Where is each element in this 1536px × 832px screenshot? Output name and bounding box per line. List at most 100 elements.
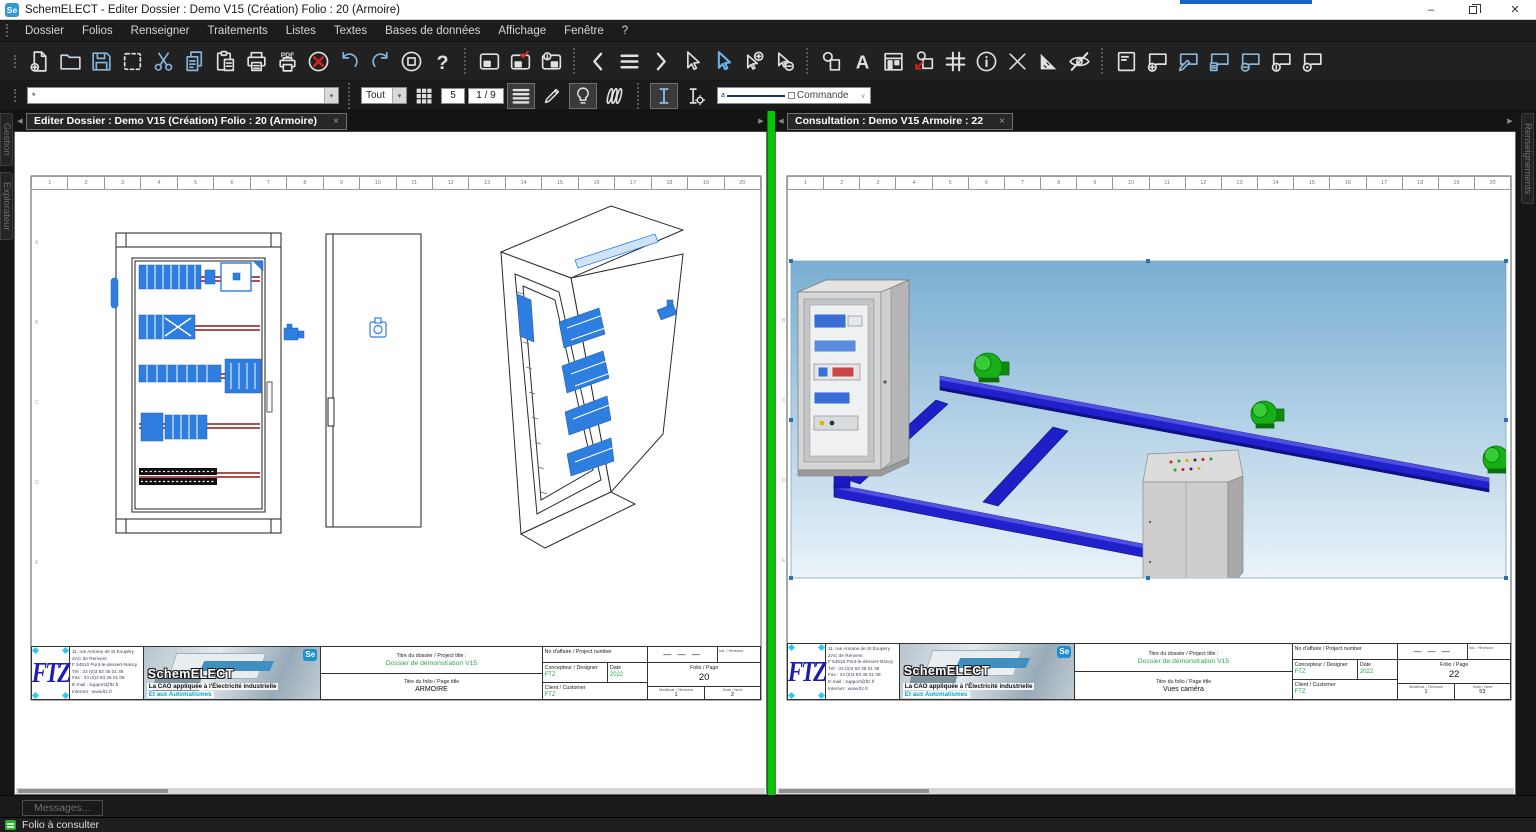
select-zone-icon[interactable] <box>117 46 148 77</box>
cut-icon[interactable] <box>148 46 179 77</box>
project-title-label: Titre du dossier / Project title : <box>1149 651 1219 657</box>
bubble-remove-icon[interactable] <box>1235 46 1266 77</box>
insert-text-icon[interactable]: A <box>847 46 878 77</box>
horizontal-scrollbar[interactable] <box>16 788 765 794</box>
select-pointer-active-icon[interactable] <box>707 46 738 77</box>
insert-note-icon[interactable] <box>1111 46 1142 77</box>
ruler-cell: 11 <box>397 176 433 190</box>
bubble-add-icon[interactable] <box>1142 46 1173 77</box>
ruler-cell: 10 <box>360 176 396 190</box>
insert-apparatus-icon[interactable] <box>878 46 909 77</box>
wire-type-combobox[interactable]: a Commande ∨ <box>717 87 871 104</box>
address-line: E-mail : support@ftz.fr <box>828 679 897 686</box>
tab-scroll-left-icon[interactable]: ◀ <box>14 117 26 125</box>
edit-toolbar: * ▾ Tout ▾ 5 1 / 9 a Commande ∨ <box>0 81 1536 111</box>
mod-value: 1 <box>1399 689 1452 695</box>
close-button[interactable]: ✕ <box>1494 0 1536 19</box>
window-validate-icon[interactable] <box>505 46 536 77</box>
bubble-locate-icon[interactable] <box>1297 46 1328 77</box>
next-folio-icon[interactable] <box>645 46 676 77</box>
copy-icon[interactable] <box>179 46 210 77</box>
help-icon[interactable]: ? <box>427 46 458 77</box>
consultation-tab[interactable]: Consultation : Demo V15 Armoire : 22 × <box>787 113 1013 130</box>
zoom-step-input[interactable]: 5 <box>441 88 465 104</box>
restore-button[interactable] <box>1452 0 1494 19</box>
filter-combobox[interactable]: * ▾ <box>27 87 339 104</box>
select-pointer-icon[interactable] <box>676 46 707 77</box>
record-stop-icon[interactable] <box>396 46 427 77</box>
menu-item[interactable]: Textes <box>325 20 376 42</box>
menu-item[interactable]: Folios <box>73 20 122 42</box>
draw-pencil-icon[interactable] <box>538 83 566 109</box>
consultation-panel: ◀ Consultation : Demo V15 Armoire : 22 ×… <box>775 111 1516 795</box>
highlight-lamp-icon[interactable] <box>569 83 597 109</box>
menu-item[interactable]: Traitements <box>199 20 277 42</box>
element-info-icon[interactable] <box>971 46 1002 77</box>
wire-vertical-icon[interactable] <box>650 83 678 109</box>
page-index-input[interactable]: 1 / 9 <box>468 88 504 104</box>
consultation-canvas[interactable]: BCDE <box>775 132 1516 795</box>
company-address: 11, rue Antoine de St ExupéryZAC de Renv… <box>70 647 144 699</box>
menu-item[interactable]: Fenêtre <box>555 20 613 42</box>
tab-scroll-right-icon[interactable]: ▶ <box>755 117 767 125</box>
grid-snap-icon[interactable] <box>940 46 971 77</box>
menu-item[interactable]: Bases de données <box>376 20 489 42</box>
redo-icon[interactable] <box>365 46 396 77</box>
paste-icon[interactable] <box>210 46 241 77</box>
sidebar-tab-explorateur[interactable]: Explorateur <box>0 172 13 241</box>
menu-items: DossierFoliosRenseignerTraitementsListes… <box>16 20 637 42</box>
grid-view-icon[interactable] <box>410 83 438 109</box>
insert-component-icon[interactable] <box>816 46 847 77</box>
line-style-icon[interactable] <box>507 83 535 109</box>
page-title-label: Titre du folio / Page title <box>1156 679 1211 685</box>
window-info-icon[interactable] <box>536 46 567 77</box>
hide-layer-icon[interactable] <box>1064 46 1095 77</box>
open-dossier-icon[interactable] <box>55 46 86 77</box>
replace-component-icon[interactable] <box>909 46 940 77</box>
menu-item[interactable]: Listes <box>277 20 325 42</box>
editor-canvas[interactable]: ABCDE <box>14 132 767 795</box>
bubble-info-icon[interactable] <box>1266 46 1297 77</box>
delete-element-icon[interactable] <box>1002 46 1033 77</box>
new-folio-icon[interactable] <box>24 46 55 77</box>
print-pdf-icon[interactable]: PDF <box>272 46 303 77</box>
undo-icon[interactable] <box>334 46 365 77</box>
menu-item[interactable]: ? <box>613 20 637 42</box>
scrollbar-thumb[interactable] <box>18 789 168 793</box>
panel-splitter[interactable] <box>767 111 775 795</box>
horizontal-scrollbar[interactable] <box>777 788 1514 794</box>
menu-item[interactable]: Affichage <box>489 20 555 42</box>
scrollbar-thumb[interactable] <box>779 789 929 793</box>
sidebar-tab-gestion[interactable]: Gestion <box>0 113 13 166</box>
sidebar-tab-renseignements[interactable]: Renseignements <box>1521 113 1534 204</box>
save-icon[interactable] <box>86 46 117 77</box>
editor-tab[interactable]: Editer Dossier : Demo V15 (Création) Fol… <box>26 113 347 130</box>
tab-scroll-right-icon[interactable]: ▶ <box>1504 117 1516 125</box>
chevron-down-icon[interactable]: ▾ <box>392 88 406 103</box>
zoom-in-pointer-icon[interactable] <box>738 46 769 77</box>
previous-folio-icon[interactable] <box>583 46 614 77</box>
tab-scroll-left-icon[interactable]: ◀ <box>775 117 787 125</box>
bubble-edit-icon[interactable] <box>1173 46 1204 77</box>
minimize-button[interactable]: – <box>1410 0 1452 19</box>
bubble-paste-icon[interactable] <box>1204 46 1235 77</box>
close-tab-icon[interactable]: × <box>999 116 1005 127</box>
wire-settings-icon[interactable] <box>681 83 709 109</box>
print-icon[interactable] <box>241 46 272 77</box>
cancel-icon[interactable] <box>303 46 334 77</box>
folio-list-icon[interactable] <box>614 46 645 77</box>
messages-button[interactable]: Messages... <box>22 800 103 816</box>
handle-icon <box>62 647 69 654</box>
window-insert-icon[interactable] <box>474 46 505 77</box>
address-line: Tél : 33 (0)3 83 35 01 38 <box>828 666 897 673</box>
chevron-down-icon[interactable]: ∨ <box>856 88 870 103</box>
zoom-out-pointer-icon[interactable] <box>769 46 800 77</box>
close-tab-icon[interactable]: × <box>333 116 339 127</box>
measure-ruler-icon[interactable] <box>1033 46 1064 77</box>
cable-bundle-icon[interactable] <box>600 83 628 109</box>
se-badge: Se <box>303 649 317 661</box>
scope-combobox[interactable]: Tout ▾ <box>361 87 407 104</box>
menu-item[interactable]: Dossier <box>16 20 73 42</box>
chevron-down-icon[interactable]: ▾ <box>324 88 338 103</box>
menu-item[interactable]: Renseigner <box>122 20 199 42</box>
